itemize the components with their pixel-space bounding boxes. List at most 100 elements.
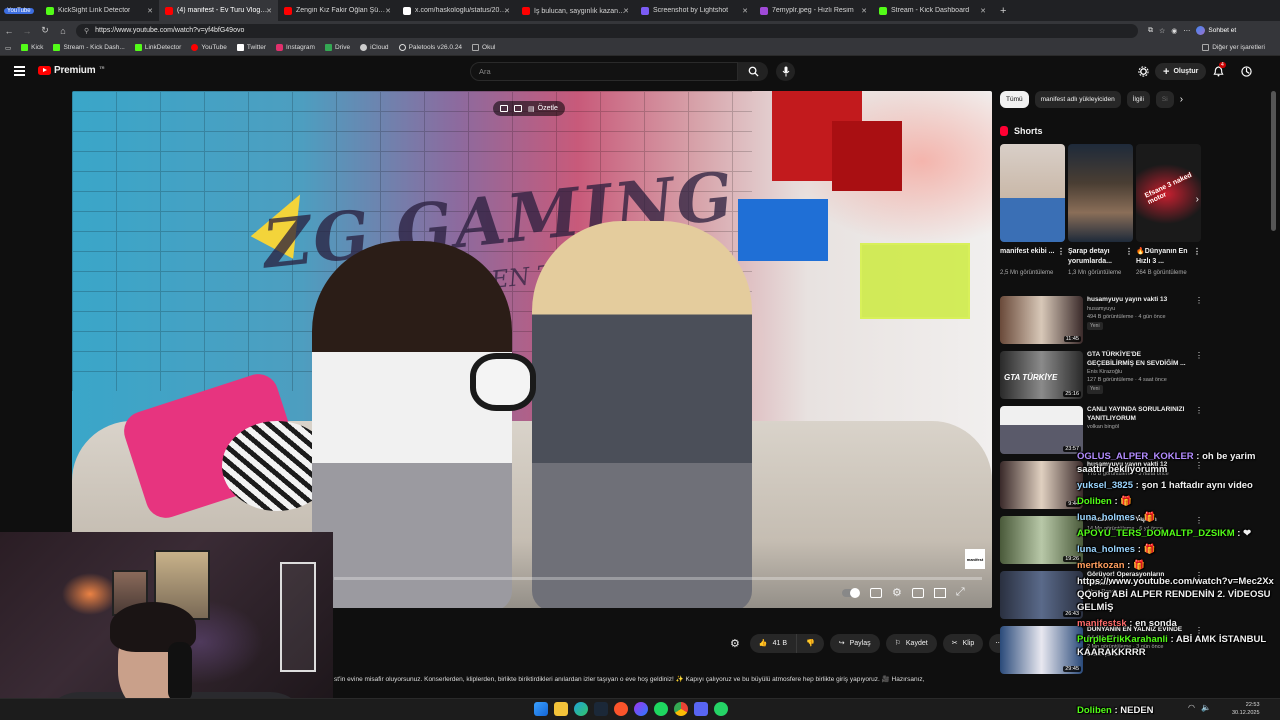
- video-thumbnail[interactable]: 29:45: [1000, 626, 1083, 674]
- short-thumbnail[interactable]: Efsane 3 naked motor ›: [1136, 144, 1201, 242]
- subtitles-icon[interactable]: [870, 587, 882, 598]
- bookmark-item[interactable]: LinkDetector: [130, 44, 187, 51]
- video-thumbnail[interactable]: 9:44: [1000, 461, 1083, 509]
- create-button[interactable]: + Oluştur: [1155, 63, 1207, 80]
- short-item[interactable]: Şarap detayı yorumlarda... ⋮ 1,3 Mn görün…: [1068, 144, 1133, 278]
- summarize-button[interactable]: ▤ Özetle: [528, 105, 558, 113]
- more-vert-icon[interactable]: ⋮: [1195, 351, 1203, 360]
- browser-tab[interactable]: KickSight Link Detector ✕: [40, 0, 159, 21]
- bookmark-item[interactable]: Stream - Kick Dash...: [48, 44, 129, 51]
- video-player[interactable]: ZG GAMING GEN TR manifest ▤ Özetle ⚙ ⤢: [72, 91, 992, 608]
- browser-tab[interactable]: YouTube: [0, 0, 40, 21]
- url-field[interactable]: ⚲ https://www.youtube.com/watch?v=yf4bfG…: [76, 23, 1138, 38]
- brave-icon[interactable]: [614, 702, 628, 716]
- youtube-logo[interactable]: Premium TR: [38, 65, 105, 76]
- video-thumbnail[interactable]: 11:45: [1000, 296, 1083, 344]
- system-clock[interactable]: 22:53 30.12.2025: [1232, 701, 1260, 717]
- menu-icon[interactable]: ⋯: [1183, 27, 1190, 35]
- hamburger-menu-icon[interactable]: [14, 66, 25, 76]
- browser-tab[interactable]: Screenshot by Lightshot ✕: [635, 0, 754, 21]
- short-thumbnail[interactable]: [1068, 144, 1133, 242]
- bookmark-star-icon[interactable]: ☆: [1159, 27, 1165, 35]
- spotify-icon[interactable]: [654, 702, 668, 716]
- home-icon[interactable]: ⌂: [54, 26, 72, 36]
- reload-icon[interactable]: ↻: [36, 25, 54, 36]
- chip-from-uploader[interactable]: manifest adlı yükleyiciden: [1034, 91, 1121, 108]
- gear-icon[interactable]: ⚙: [730, 637, 740, 650]
- more-vert-icon[interactable]: ⋮: [1125, 247, 1133, 257]
- chevron-right-icon[interactable]: ›: [1196, 194, 1199, 205]
- close-icon[interactable]: ✕: [385, 7, 391, 15]
- channel-name[interactable]: Enis Kirazoğlu: [1087, 368, 1187, 376]
- messenger-icon[interactable]: [634, 702, 648, 716]
- discord-icon[interactable]: [694, 702, 708, 716]
- more-vert-icon[interactable]: ⋮: [1193, 247, 1201, 257]
- close-icon[interactable]: ✕: [147, 7, 153, 15]
- settings-gear-icon[interactable]: ⚙: [892, 586, 902, 599]
- account-avatar-icon[interactable]: [1241, 66, 1252, 77]
- short-item[interactable]: manifest ekibi ... ⋮ 2,5 Mn görüntüleme: [1000, 144, 1065, 278]
- site-info-icon[interactable]: ⚲: [84, 27, 89, 35]
- crop-icon[interactable]: [514, 105, 522, 112]
- more-vert-icon[interactable]: ⋮: [1195, 406, 1203, 415]
- profile-icon[interactable]: ◉: [1171, 27, 1177, 35]
- fullscreen-icon[interactable]: ⤢: [956, 586, 965, 599]
- close-icon[interactable]: ✕: [623, 7, 629, 15]
- theater-mode-icon[interactable]: [911, 587, 924, 598]
- steam-icon[interactable]: [594, 702, 608, 716]
- wifi-icon[interactable]: ◠: [1188, 703, 1195, 712]
- chat-button[interactable]: Sohbet et: [1196, 26, 1236, 35]
- file-explorer-icon[interactable]: [554, 702, 568, 716]
- edge-icon[interactable]: [574, 702, 588, 716]
- chevron-right-icon[interactable]: ›: [1180, 94, 1183, 105]
- back-icon[interactable]: ←: [0, 26, 18, 36]
- list-item[interactable]: GTA TÜRKİYE 25:16 GTA TÜRKİYE'DE GEÇEBİL…: [1000, 351, 1270, 406]
- dislike-button[interactable]: 👎: [797, 633, 824, 653]
- search-button[interactable]: [738, 62, 768, 81]
- video-thumbnail[interactable]: GTA TÜRKİYE 25:16: [1000, 351, 1083, 399]
- bookmark-item[interactable]: Kick: [16, 44, 48, 51]
- close-icon[interactable]: ✕: [266, 7, 272, 15]
- bookmark-item[interactable]: YouTube: [186, 44, 232, 51]
- browser-tab[interactable]: İş bulucan, saygınlık kazanacan 🔥 ✕: [516, 0, 635, 21]
- close-icon[interactable]: ✕: [980, 7, 986, 15]
- save-button[interactable]: ⚐ Kaydet: [885, 633, 937, 653]
- whatsapp-icon[interactable]: [714, 702, 728, 716]
- new-tab-button[interactable]: +: [992, 5, 1014, 17]
- other-bookmarks[interactable]: Diğer yer işaretleri: [1197, 44, 1270, 51]
- forward-icon[interactable]: →: [18, 26, 36, 36]
- video-thumbnail[interactable]: 23:57: [1000, 406, 1083, 454]
- video-description[interactable]: st'in evine misafir oluyorsunuz. Konserl…: [334, 675, 984, 683]
- video-thumbnail[interactable]: 26:43: [1000, 571, 1083, 619]
- volume-icon[interactable]: 🔈: [1201, 703, 1211, 712]
- video-thumbnail[interactable]: 19:26: [1000, 516, 1083, 564]
- bookmark-item[interactable]: Twitter: [232, 44, 271, 51]
- browser-tab[interactable]: Stream - Kick Dashboard ✕: [873, 0, 992, 21]
- bookmark-item[interactable]: Instagram: [271, 44, 320, 51]
- progress-bar[interactable]: [334, 577, 982, 580]
- short-item[interactable]: Efsane 3 naked motor › 🔥Dünyanın En Hızl…: [1136, 144, 1201, 278]
- cast-icon[interactable]: [933, 587, 946, 598]
- close-icon[interactable]: ✕: [742, 7, 748, 15]
- windows-start-icon[interactable]: [534, 702, 548, 716]
- chip-more[interactable]: Si: [1155, 91, 1174, 108]
- autoplay-toggle[interactable]: [842, 587, 860, 598]
- extensions-icon[interactable]: ⧉: [1148, 27, 1153, 35]
- list-item[interactable]: 11:45 husamyuyu yayın vakti 13 husamyuyu…: [1000, 296, 1270, 351]
- channel-name[interactable]: volkan bingöl: [1087, 423, 1187, 431]
- bookmark-item[interactable]: Paletools v26.0.24: [394, 44, 467, 51]
- browser-tab[interactable]: 7emyplr.jpeg - Hızlı Resim ✕: [754, 0, 873, 21]
- more-vert-icon[interactable]: ⋮: [1195, 296, 1203, 305]
- apps-icon[interactable]: ▭: [0, 44, 16, 52]
- gear-icon[interactable]: [1138, 66, 1149, 77]
- bookmark-item[interactable]: Drive: [320, 44, 355, 51]
- share-button[interactable]: ↪ Paylaş: [829, 633, 880, 653]
- like-button[interactable]: 👍 41 B: [749, 633, 797, 653]
- browser-tab[interactable]: x.com/haskologlu/status/200007... ✕: [397, 0, 516, 21]
- chip-all[interactable]: Tümü: [1000, 91, 1029, 108]
- sidebar-scrollbar[interactable]: [1271, 91, 1276, 231]
- bookmark-item[interactable]: iCloud: [355, 44, 393, 51]
- channel-watermark[interactable]: manifest: [965, 549, 985, 569]
- close-icon[interactable]: ✕: [504, 7, 510, 15]
- bookmark-item[interactable]: Okul: [467, 44, 500, 51]
